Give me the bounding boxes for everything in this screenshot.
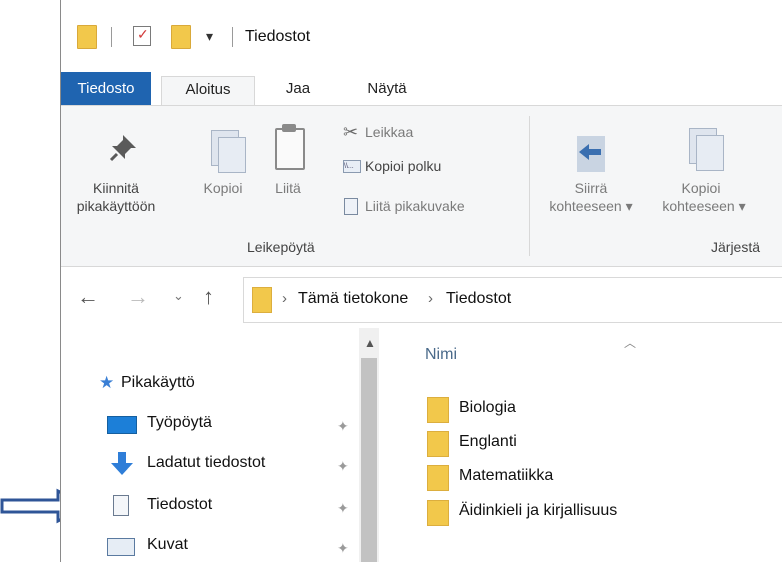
desktop-icon (107, 416, 137, 434)
chevron-right-icon: › (428, 290, 433, 307)
folder-icon (427, 397, 449, 423)
back-icon[interactable]: ← (77, 284, 99, 310)
paste-button[interactable]: Liitä (263, 106, 313, 231)
folder-icon (427, 465, 449, 491)
sidebar-item-label: Työpöytä (147, 414, 212, 431)
shortcut-icon (344, 198, 358, 215)
ribbon-tabs: Tiedosto Aloitus Jaa Näytä (61, 72, 782, 106)
path-icon: \\... (343, 160, 361, 173)
scroll-up-icon[interactable]: ▲ (364, 336, 376, 350)
clipboard-icon (275, 128, 305, 170)
quick-access-dropdown-icon[interactable]: ▾ (206, 28, 213, 45)
copy-button[interactable]: Kopioi (191, 106, 255, 231)
copy-icon-front (218, 137, 246, 173)
new-folder-icon[interactable] (171, 25, 191, 49)
ribbon: Kiinnitä pikakäyttöön Kopioi Liitä ✂ Lei… (61, 105, 782, 267)
recent-locations-icon[interactable]: ⌄ (173, 288, 184, 304)
pin-label-line2: pikakäyttöön (76, 198, 156, 214)
left-arrow-icon (579, 144, 601, 160)
download-icon (111, 452, 133, 475)
move-to-label-line2: kohteeseen ▾ (549, 198, 633, 214)
navigation-pane: ★ Pikakäyttö Työpöytä ✦ Ladatut tiedosto… (61, 328, 361, 562)
sidebar-item-label: Ladatut tiedostot (147, 454, 266, 471)
sidebar-item-label: Tiedostot (147, 496, 213, 513)
tab-share[interactable]: Jaa (273, 76, 323, 102)
move-to-button[interactable]: Siirrä kohteeseen ▾ (539, 106, 643, 231)
copy-label: Kopioi (203, 180, 243, 196)
folder-icon (427, 500, 449, 526)
scissors-icon: ✂ (343, 122, 359, 142)
column-header-name[interactable]: Nimi (425, 346, 457, 364)
paste-label: Liitä (275, 180, 301, 196)
scrollbar-thumb[interactable] (361, 358, 377, 562)
clipboard-group-label: Leikepöytä (247, 239, 315, 255)
star-icon: ★ (99, 373, 115, 392)
copy-path-label: Kopioi polku (365, 158, 442, 174)
group-divider (529, 116, 530, 256)
pinned-icon: ✦ (337, 540, 349, 556)
folder-name: Äidinkieli ja kirjallisuus (459, 502, 618, 519)
folder-icon (427, 431, 449, 457)
documents-icon (113, 495, 129, 516)
sidebar-item-label: Pikakäyttö (121, 374, 195, 391)
pinned-icon: ✦ (337, 418, 349, 434)
pin-icon (109, 135, 136, 162)
copy-to-label-line2: kohteeseen ▾ (662, 198, 746, 214)
up-icon[interactable]: ↑ (203, 284, 214, 310)
folder-icon (77, 25, 97, 49)
folder-name: Matematiikka (459, 467, 554, 484)
pictures-icon (107, 538, 135, 556)
folder-icon (252, 287, 272, 313)
separator (111, 27, 112, 47)
paste-shortcut-label: Liitä pikakuvake (365, 198, 465, 214)
tab-view[interactable]: Näytä (357, 76, 417, 102)
chevron-right-icon: › (282, 290, 287, 307)
navigation-pane-scrollbar[interactable]: ▲ (359, 328, 379, 562)
cut-label: Leikkaa (365, 124, 414, 140)
file-explorer-window: ✓ ▾ Tiedostot Tiedosto Aloitus Jaa Näytä… (60, 0, 782, 562)
forward-icon[interactable]: → (127, 284, 149, 310)
pin-to-quick-access-button[interactable]: Kiinnitä pikakäyttöön (61, 106, 171, 231)
separator (232, 27, 233, 47)
folder-name: Englanti (459, 433, 517, 450)
pinned-icon: ✦ (337, 458, 349, 474)
pin-label-line1: Kiinnitä (93, 180, 139, 196)
organize-group-label: Järjestä (711, 239, 761, 255)
title-bar: ✓ ▾ Tiedostot (61, 0, 782, 72)
pinned-icon: ✦ (337, 500, 349, 516)
tab-home[interactable]: Aloitus (161, 76, 255, 106)
copy-to-label-line1: Kopioi (681, 180, 721, 196)
copy-to-button[interactable]: Kopioi kohteeseen ▾ (649, 106, 753, 231)
folder-name: Biologia (459, 399, 516, 416)
address-bar[interactable]: › Tämä tietokone › Tiedostot (243, 277, 782, 323)
clipboard-clip (282, 124, 296, 132)
window-title: Tiedostot (245, 28, 311, 45)
breadcrumb-this-pc[interactable]: Tämä tietokone (298, 290, 408, 308)
move-to-label-line1: Siirrä (574, 180, 608, 196)
sidebar-item-label: Kuvat (147, 536, 188, 553)
sort-ascending-icon: ︿ (624, 336, 637, 350)
breadcrumb-documents[interactable]: Tiedostot (446, 290, 511, 308)
copy-to-icon-front (696, 135, 724, 171)
properties-icon[interactable]: ✓ (133, 26, 151, 46)
tab-file[interactable]: Tiedosto (61, 72, 151, 105)
